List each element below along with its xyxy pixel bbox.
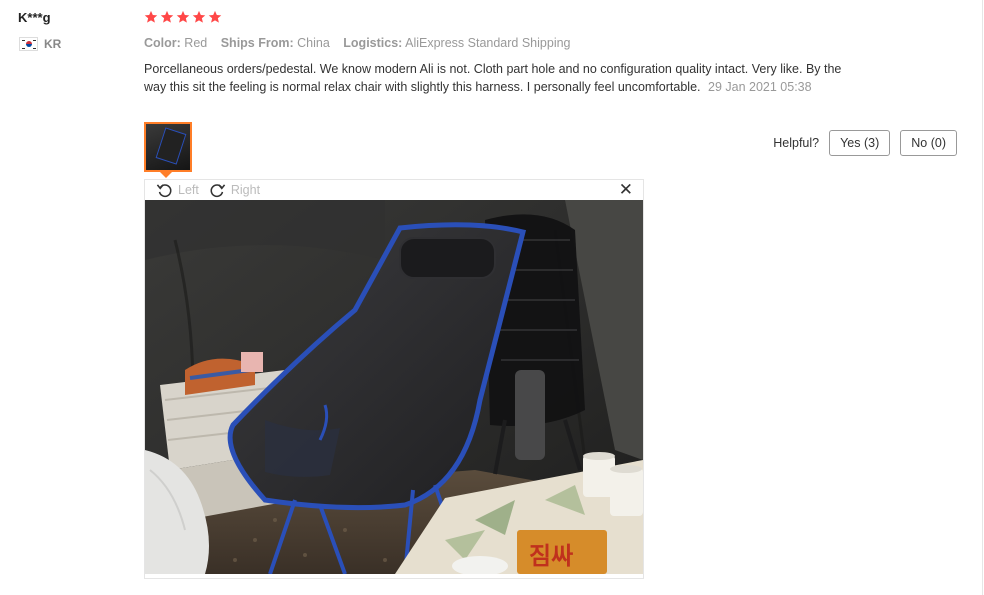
snack-text: 짐싸 — [529, 542, 573, 570]
photo-illustration: 짐싸 — [145, 200, 643, 574]
rotate-left-label: Left — [178, 183, 199, 197]
helpful-label: Helpful? — [773, 136, 820, 150]
star-icon — [160, 10, 174, 23]
rotate-right-icon — [210, 183, 226, 197]
rotate-right-label: Right — [230, 183, 261, 197]
photo-viewer: Left Right ✕ 짐싸 — [144, 179, 644, 579]
meta-key-color: Color: — [144, 36, 181, 50]
order-meta: Color: Red Ships From: China Logistics: … — [144, 36, 581, 50]
thumbnail-chair — [155, 127, 187, 165]
rotate-left-icon — [156, 183, 172, 197]
meta-value-color: Red — [184, 36, 208, 50]
star-icon — [192, 10, 206, 23]
meta-key-ships-from: Ships From: — [220, 36, 294, 50]
close-viewer-button[interactable]: ✕ — [619, 181, 633, 199]
helpful-yes-button[interactable]: Yes (3) — [829, 130, 891, 156]
star-icon — [176, 10, 190, 23]
review-date: 29 Jan 2021 05:38 — [708, 80, 812, 94]
page-edge — [982, 0, 983, 595]
korea-flag-icon — [19, 37, 38, 51]
rating-stars — [144, 10, 222, 24]
meta-key-logistics: Logistics: — [343, 36, 403, 50]
review-body: Porcellaneous orders/pedestal. We know m… — [144, 60, 864, 96]
rotate-right-button[interactable]: Right — [209, 182, 260, 199]
helpful-section: Helpful? Yes (3) No (0) — [773, 130, 957, 156]
thumbnail-caret-icon — [160, 172, 172, 178]
helpful-no-button[interactable]: No (0) — [900, 130, 957, 156]
star-icon — [208, 10, 222, 23]
buyer-name: K***g — [18, 10, 51, 25]
viewer-toolbar: Left Right ✕ — [145, 180, 643, 200]
meta-value-logistics: AliExpress Standard Shipping — [405, 36, 571, 50]
star-icon — [144, 10, 158, 23]
review-photo-thumbnail[interactable] — [144, 122, 192, 172]
buyer-country: KR — [19, 37, 61, 51]
rotate-left-button[interactable]: Left — [156, 182, 199, 199]
review-photo: 짐싸 — [145, 200, 643, 574]
country-code: KR — [44, 37, 62, 51]
meta-value-ships-from: China — [297, 36, 330, 50]
